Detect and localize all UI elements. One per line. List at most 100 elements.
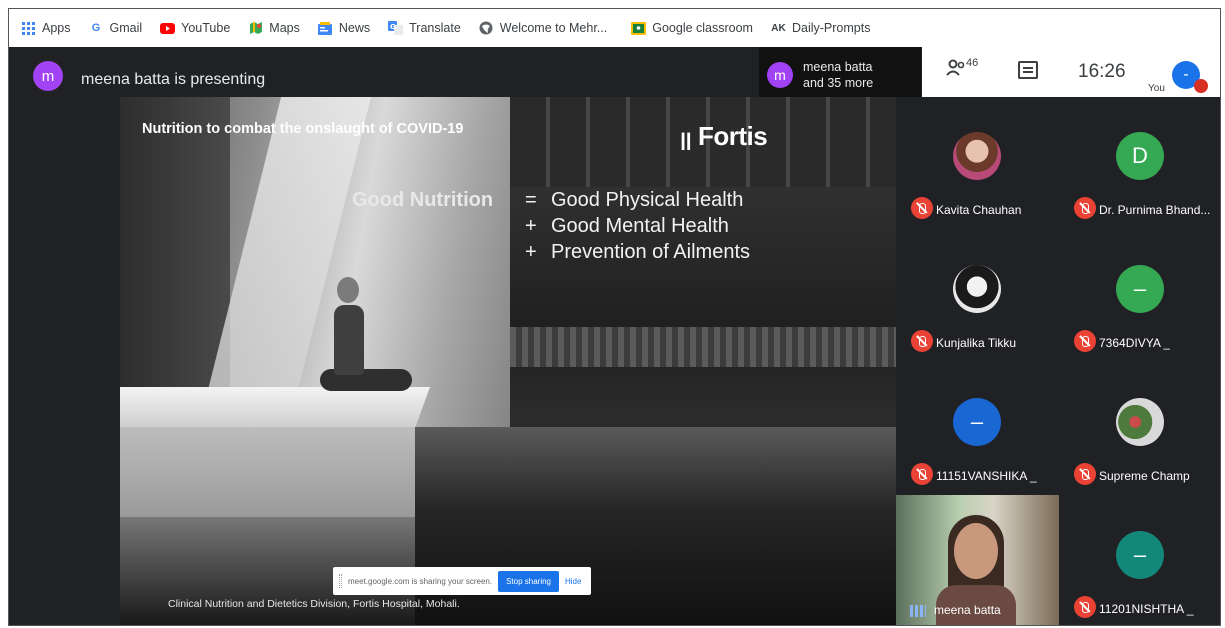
meet-window: Apps G Gmail YouTube Maps News G Transla…	[8, 8, 1221, 626]
mic-off-icon	[1074, 596, 1096, 618]
participants-summary[interactable]: m meena batta and 35 more	[759, 47, 921, 103]
participant-tile[interactable]: – 11201NISHTHA _	[1059, 496, 1220, 625]
bookmarks-bar: Apps G Gmail YouTube Maps News G Transla…	[9, 9, 1220, 47]
participant-avatar: –	[953, 398, 1001, 446]
participant-tile[interactable]: Supreme Champ	[1059, 363, 1220, 496]
participant-photo	[1116, 398, 1164, 446]
meeting-clock: 16:26	[1078, 61, 1126, 82]
mic-off-icon	[911, 330, 933, 352]
yoga-figure-head	[337, 277, 359, 303]
yoga-figure-body	[334, 305, 364, 375]
drag-handle-icon[interactable]	[339, 574, 342, 588]
slide-headline: Good Nutrition	[352, 189, 494, 211]
participant-name: 7364DIVYA _	[1099, 336, 1171, 350]
participant-tile[interactable]: – 11151VANSHIKA _	[896, 363, 1059, 496]
slide-platform	[120, 387, 430, 427]
google-g-icon: G	[91, 22, 101, 34]
apps-grid-icon	[21, 21, 36, 36]
bookmark-label: Daily-Prompts	[791, 21, 871, 35]
classroom-icon	[631, 21, 647, 36]
equation-operator: +	[525, 241, 537, 263]
chat-icon[interactable]	[1018, 61, 1038, 79]
people-count: 46	[966, 57, 979, 69]
fortis-logo-text: Fortis	[697, 121, 768, 151]
others-avatar: m	[767, 62, 793, 88]
bookmark-apps[interactable]: Apps	[21, 21, 71, 36]
participant-tile[interactable]: Kavita Chauhan	[896, 97, 1059, 230]
bookmark-translate[interactable]: G Translate	[388, 21, 461, 36]
youtube-icon	[160, 21, 176, 36]
others-text: meena batta and 35 more	[803, 59, 873, 91]
bookmark-gmail[interactable]: G Gmail	[89, 21, 143, 36]
fortis-logo: ꞁꞁ Fortis	[680, 121, 768, 152]
maps-icon	[248, 21, 263, 36]
bookmark-label: News	[338, 21, 371, 35]
stop-sharing-button[interactable]: Stop sharing	[498, 570, 559, 592]
hide-banner-button[interactable]: Hide	[565, 577, 581, 586]
people-icon[interactable]	[946, 59, 968, 82]
participant-photo	[953, 265, 1001, 313]
participants-grid: Kavita Chauhan D Dr. Purnima Bhand... Ku…	[896, 97, 1220, 625]
participant-name: Kunjalika Tikku	[936, 336, 1017, 350]
mic-off-icon	[1074, 330, 1096, 352]
bookmark-classroom[interactable]: Google classroom	[631, 21, 753, 36]
translate-icon: G	[388, 21, 404, 36]
bookmark-label: Translate	[409, 21, 461, 35]
slide-title: Nutrition to combat the onslaught of COV…	[142, 121, 464, 137]
bookmark-label: Gmail	[109, 21, 143, 35]
presenter-avatar: m	[33, 61, 63, 91]
equation-line-2: + Good Mental Health	[525, 215, 729, 238]
participant-tile[interactable]: – 7364DIVYA _	[1059, 230, 1220, 363]
participant-tile[interactable]: D Dr. Purnima Bhand...	[1059, 97, 1220, 230]
slide-hedge	[510, 327, 896, 367]
presenting-status: meena batta is presenting	[81, 71, 266, 88]
self-video-face	[954, 523, 998, 579]
participant-photo	[953, 132, 1001, 180]
ak-icon: AK	[771, 22, 786, 34]
equation-operator: +	[525, 215, 537, 237]
bookmark-label: Welcome to Mehr...	[499, 21, 608, 35]
mic-off-icon	[1074, 197, 1096, 219]
participant-name: 11151VANSHIKA _	[936, 469, 1037, 483]
participant-avatar: –	[1116, 265, 1164, 313]
participant-name: Supreme Champ	[1099, 469, 1190, 483]
equation-text: Good Mental Health	[551, 215, 729, 237]
self-video-tile[interactable]: meena batta	[896, 495, 1059, 625]
others-line-1: meena batta	[803, 60, 873, 74]
participant-avatar: –	[1116, 531, 1164, 579]
bookmark-youtube[interactable]: YouTube	[160, 21, 230, 36]
mic-off-icon	[1194, 79, 1208, 93]
bookmark-label: Apps	[42, 21, 71, 35]
news-icon	[318, 21, 333, 36]
screen-share-banner: meet.google.com is sharing your screen. …	[333, 567, 591, 595]
participant-name: 11201NISHTHA _	[1099, 602, 1194, 616]
equation-line-1: = Good Physical Health	[525, 189, 743, 212]
participant-avatar: D	[1116, 132, 1164, 180]
presentation-slide: Nutrition to combat the onslaught of COV…	[120, 97, 896, 625]
slide-platform-side	[120, 427, 415, 517]
participant-name: Kavita Chauhan	[936, 203, 1022, 217]
bookmark-daily-prompts[interactable]: AK Daily-Prompts	[771, 21, 871, 36]
bookmark-mehr[interactable]: Welcome to Mehr...	[479, 21, 607, 36]
you-label: You	[1148, 83, 1165, 94]
bookmark-label: Google classroom	[652, 21, 753, 35]
equation-line-3: + Prevention of Ailments	[525, 241, 750, 264]
mic-off-icon	[911, 463, 933, 485]
equation-text: Prevention of Ailments	[551, 241, 750, 263]
others-line-2: and 35 more	[803, 76, 874, 90]
bookmark-news[interactable]: News	[318, 21, 370, 36]
self-video-name: meena batta	[934, 603, 1001, 617]
fortis-logo-mark-icon: ꞁꞁ	[680, 125, 692, 150]
bookmark-label: Maps	[269, 21, 300, 35]
audio-level-icon	[910, 605, 926, 617]
globe-icon	[479, 21, 494, 36]
equation-operator: =	[525, 189, 537, 211]
participant-tile[interactable]: Kunjalika Tikku	[896, 230, 1059, 363]
share-message: meet.google.com is sharing your screen.	[348, 576, 493, 586]
participant-name: Dr. Purnima Bhand...	[1099, 203, 1211, 217]
mic-off-icon	[1074, 463, 1096, 485]
mic-off-icon	[911, 197, 933, 219]
bookmark-maps[interactable]: Maps	[248, 21, 300, 36]
svg-text:G: G	[390, 23, 396, 31]
equation-text: Good Physical Health	[551, 189, 744, 211]
